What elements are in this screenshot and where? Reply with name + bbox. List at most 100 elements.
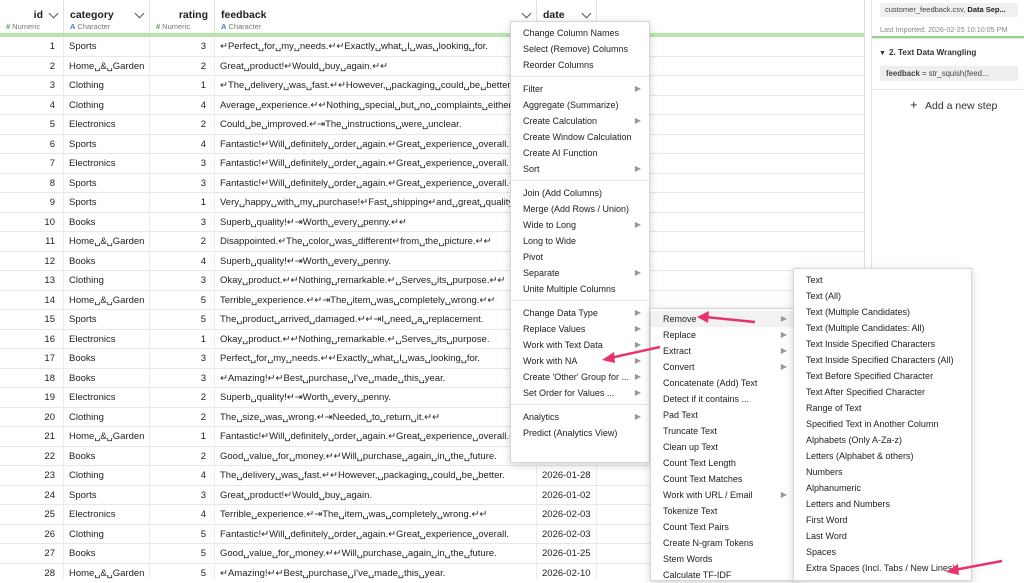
cell-rating[interactable]: 5 [150, 563, 215, 579]
cell-category[interactable]: Sports [64, 173, 150, 193]
cell-rating[interactable]: 5 [150, 544, 215, 564]
menu-item[interactable]: Change Column Names [511, 25, 649, 41]
cell-feedback[interactable]: Disappointed.↵The␣color␣was␣different↵fr… [215, 232, 537, 252]
cell-id[interactable]: 21 [0, 427, 64, 447]
menu-item[interactable]: Letters (Alphabet & others) [794, 448, 971, 464]
cell-id[interactable]: 17 [0, 349, 64, 369]
cell-feedback[interactable]: The␣product␣arrived␣damaged.↵↵⇥I␣need␣a␣… [215, 310, 537, 330]
menu-item[interactable]: Text After Specified Character [794, 384, 971, 400]
cell-category[interactable]: Clothing [64, 407, 150, 427]
cell-rating[interactable]: 4 [150, 251, 215, 271]
menu-item[interactable]: Filter ▶ [511, 81, 649, 97]
menu-item[interactable]: Predict (Analytics View) [511, 425, 649, 441]
cell-date[interactable]: 2026-02-03 [537, 524, 597, 544]
cell-rating[interactable]: 2 [150, 232, 215, 252]
cell-feedback[interactable]: ↵Amazing!↵↵Best␣purchase␣I've␣made␣this␣… [215, 563, 537, 579]
cell-rating[interactable]: 2 [150, 388, 215, 408]
cell-category[interactable]: Electronics [64, 115, 150, 135]
menu-item[interactable]: Unite Multiple Columns [511, 281, 649, 297]
menu-item[interactable]: Stem Words [651, 551, 795, 567]
cell-id[interactable]: 8 [0, 173, 64, 193]
menu-item[interactable]: Create N-gram Tokens [651, 535, 795, 551]
cell-id[interactable]: 26 [0, 524, 64, 544]
menu-item[interactable]: Range of Text [794, 400, 971, 416]
menu-item[interactable]: Text [794, 272, 971, 288]
cell-feedback[interactable]: Superb␣quality!↵⇥Worth␣every␣penny. [215, 251, 537, 271]
menu-item[interactable]: Text (All) [794, 288, 971, 304]
menu-item[interactable]: Join (Add Columns) [511, 185, 649, 201]
menu-item[interactable]: Count Text Pairs [651, 519, 795, 535]
cell-rating[interactable]: 2 [150, 407, 215, 427]
step-command[interactable]: feedback = str_squish(feed... [880, 66, 1018, 81]
cell-feedback[interactable]: Fantastic!↵Will␣definitely␣order␣again.↵… [215, 154, 537, 174]
table-row[interactable]: 2 Home␣&␣Garden 2 Great␣product!↵Would␣buy␣… [0, 56, 865, 76]
cell-rating[interactable]: 2 [150, 115, 215, 135]
menu-item[interactable]: Extract ▶ [651, 343, 795, 359]
cell-feedback[interactable]: Good␣value␣for␣money.↵↵Will␣purchase␣aga… [215, 446, 537, 466]
cell-rating[interactable]: 5 [150, 524, 215, 544]
menu-item[interactable]: Analytics ▶ [511, 409, 649, 425]
cell-rating[interactable]: 4 [150, 505, 215, 525]
cell-id[interactable]: 24 [0, 485, 64, 505]
menu-item[interactable]: Pivot [511, 249, 649, 265]
cell-category[interactable]: Electronics [64, 505, 150, 525]
cell-category[interactable]: Sports [64, 193, 150, 213]
cell-category[interactable]: Sports [64, 485, 150, 505]
cell-id[interactable]: 14 [0, 290, 64, 310]
cell-feedback[interactable]: Fantastic!↵Will␣definitely␣order␣again.↵… [215, 524, 537, 544]
menu-item[interactable]: Detect if it contains ... [651, 391, 795, 407]
cell-rating[interactable]: 1 [150, 329, 215, 349]
cell-feedback[interactable]: Fantastic!↵Will␣definitely␣order␣again.↵… [215, 173, 537, 193]
cell-feedback[interactable]: Terrible␣experience.↵↵⇥The␣item␣was␣comp… [215, 290, 537, 310]
cell-rating[interactable]: 3 [150, 212, 215, 232]
cell-feedback[interactable]: ↵The␣delivery␣was␣fast.↵↵However,␣packag… [215, 76, 537, 96]
column-header-category[interactable]: category A Character [64, 0, 150, 33]
cell-category[interactable]: Home␣&␣Garden [64, 56, 150, 76]
cell-feedback[interactable]: Very␣happy␣with␣my␣purchase!↵Fast␣shippi… [215, 193, 537, 213]
cell-category[interactable]: Home␣&␣Garden [64, 232, 150, 252]
step-title[interactable]: ▼ 2. Text Data Wrangling [879, 48, 976, 57]
menu-item[interactable]: Tokenize Text [651, 503, 795, 519]
cell-rating[interactable]: 4 [150, 466, 215, 486]
table-row[interactable]: 4 Clothing 4 Average␣experience.↵↵Nothing␣s… [0, 95, 865, 115]
cell-date[interactable]: 2026-01-25 [537, 544, 597, 564]
menu-item[interactable]: Long to Wide [511, 233, 649, 249]
cell-feedback[interactable]: Okay␣product.↵↵Nothing␣remarkable.↵␣Serv… [215, 271, 537, 291]
cell-id[interactable]: 13 [0, 271, 64, 291]
menu-item[interactable]: Replace ▶ [651, 327, 795, 343]
menu-item[interactable]: Text (Multiple Candidates: All) [794, 320, 971, 336]
cell-id[interactable]: 7 [0, 154, 64, 174]
cell-category[interactable]: Clothing [64, 95, 150, 115]
cell-category[interactable]: Electronics [64, 388, 150, 408]
cell-rating[interactable]: 5 [150, 290, 215, 310]
cell-id[interactable]: 18 [0, 368, 64, 388]
cell-rating[interactable]: 3 [150, 368, 215, 388]
menu-item[interactable]: Letters and Numbers [794, 496, 971, 512]
table-row[interactable]: 3 Clothing 1 ↵The␣delivery␣was␣fast.↵↵Howev… [0, 76, 865, 96]
cell-feedback[interactable]: Good␣value␣for␣money.↵↵Will␣purchase␣aga… [215, 544, 537, 564]
menu-item[interactable]: Create Window Calculation [511, 129, 649, 145]
menu-item[interactable]: Aggregate (Summarize) [511, 97, 649, 113]
cell-id[interactable]: 22 [0, 446, 64, 466]
cell-category[interactable]: Sports [64, 310, 150, 330]
cell-id[interactable]: 27 [0, 544, 64, 564]
menu-item[interactable]: Alphabets (Only A-Za-z) [794, 432, 971, 448]
cell-rating[interactable]: 3 [150, 349, 215, 369]
plus-icon[interactable]: + [910, 97, 918, 112]
chevron-down-icon[interactable] [521, 8, 532, 19]
cell-date[interactable]: 2026-02-10 [537, 563, 597, 579]
menu-item[interactable]: Convert ▶ [651, 359, 795, 375]
cell-feedback[interactable]: Superb␣quality!↵⇥Worth␣every␣penny. [215, 388, 537, 408]
menu-item[interactable]: Specified Text in Another Column [794, 416, 971, 432]
cell-rating[interactable]: 4 [150, 134, 215, 154]
cell-id[interactable]: 9 [0, 193, 64, 213]
cell-feedback[interactable]: Could␣be␣improved.↵⇥The␣instructions␣wer… [215, 115, 537, 135]
menu-item[interactable]: Concatenate (Add) Text [651, 375, 795, 391]
cell-feedback[interactable]: Fantastic!↵Will␣definitely␣order␣again.↵… [215, 134, 537, 154]
cell-feedback[interactable]: Average␣experience.↵↵Nothing␣special␣but… [215, 95, 537, 115]
cell-category[interactable]: Clothing [64, 524, 150, 544]
cell-category[interactable]: Books [64, 544, 150, 564]
cell-category[interactable]: Clothing [64, 466, 150, 486]
menu-item[interactable]: Numbers [794, 464, 971, 480]
menu-item[interactable]: Count Text Length [651, 455, 795, 471]
